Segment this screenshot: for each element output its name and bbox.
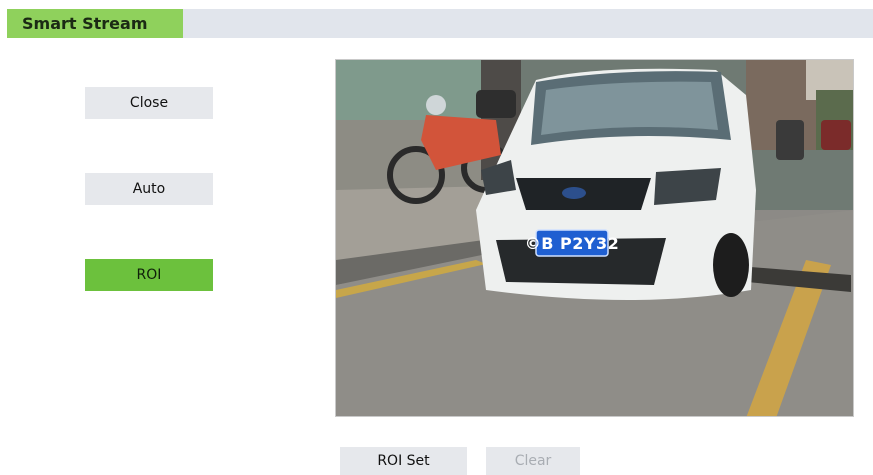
- auto-button[interactable]: Auto: [85, 173, 213, 205]
- roi-set-button[interactable]: ROI Set: [340, 447, 467, 475]
- clear-button[interactable]: Clear: [486, 447, 580, 475]
- header-bar: Smart Stream: [7, 9, 873, 38]
- license-plate: ©B P2Y32: [525, 234, 619, 253]
- page-title: Smart Stream: [7, 9, 183, 38]
- close-button[interactable]: Close: [85, 87, 213, 119]
- video-preview[interactable]: ©B P2Y32: [335, 59, 854, 417]
- roi-button[interactable]: ROI: [85, 259, 213, 291]
- camera-snapshot: ©B P2Y32: [336, 60, 853, 416]
